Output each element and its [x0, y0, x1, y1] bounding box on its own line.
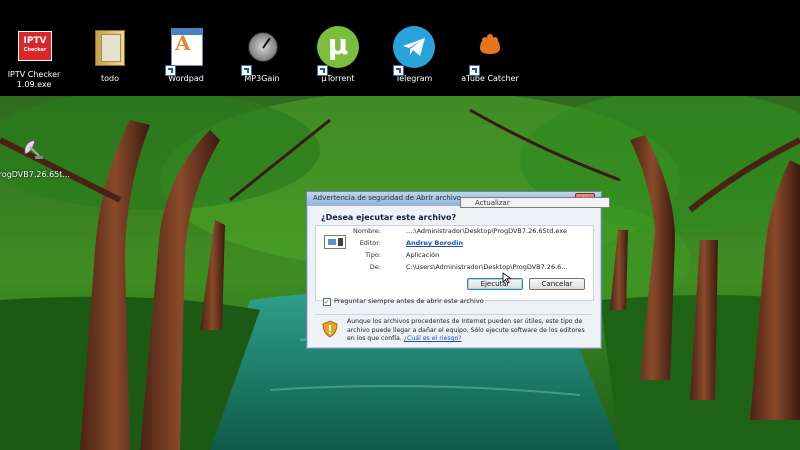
shortcut-arrow-icon [393, 65, 404, 76]
iptv-checker-icon: IPTV Checker [9, 26, 59, 74]
ask-always-checkbox[interactable]: ✓ [323, 298, 331, 306]
desktop-icon-mp3gain[interactable]: MP3Gain [224, 26, 300, 84]
field-label-type: Tipo: [365, 251, 381, 259]
desktop-icon-iptv-checker[interactable]: IPTV Checker IPTV Checker 1.09.exe [0, 26, 72, 90]
shortcut-arrow-icon [165, 65, 176, 76]
desktop-icon-todo[interactable]: todo [72, 26, 148, 84]
update-tooltip: Actualizar [460, 197, 610, 208]
wordpad-icon: A [161, 26, 211, 76]
dialog-title: Advertencia de seguridad de Abrir archiv… [313, 194, 462, 202]
field-label-publisher: Editor: [359, 239, 381, 247]
publisher-link[interactable]: Andrey Borodin [406, 239, 463, 247]
shortcut-arrow-icon [469, 65, 480, 76]
utorrent-icon: µ [313, 26, 363, 76]
desktop-icon-label: ProgDVB7.26.65t... [0, 170, 71, 179]
ask-always-checkbox-label[interactable]: Preguntar siempre antes de abrir este ar… [334, 297, 484, 305]
satellite-dish-icon [7, 134, 57, 170]
shortcut-arrow-icon [317, 65, 328, 76]
security-shield-icon [322, 320, 338, 338]
desktop: IPTV Checker IPTV Checker 1.09.exe todo … [0, 0, 800, 450]
desktop-icon-telegram[interactable]: Telegram [376, 26, 452, 84]
desktop-icon-label: Telegram [395, 74, 433, 83]
dialog-question: ¿Desea ejecutar este archivo? [321, 213, 457, 222]
cancel-button[interactable]: Cancelar [529, 278, 585, 290]
folder-icon [85, 26, 135, 74]
field-value-name: ...:\Administrador\Desktop\ProgDVB7.26.6… [406, 227, 567, 235]
security-warning-dialog: Advertencia de seguridad de Abrir archiv… [306, 191, 602, 349]
desktop-icon-progdvb[interactable]: ProgDVB7.26.65t... [0, 134, 70, 180]
shortcut-arrow-icon [241, 65, 252, 76]
desktop-icon-label: µTorrent [321, 74, 355, 83]
atube-catcher-icon [465, 26, 515, 76]
warning-body: Aunque los archivos procedentes de Inter… [347, 318, 585, 342]
desktop-icon-label: aTube Catcher [461, 74, 519, 83]
desktop-icon-label: Wordpad [168, 74, 204, 83]
desktop-icon-label: todo [100, 74, 119, 83]
desktop-icon-utorrent[interactable]: µ µTorrent [300, 26, 376, 84]
field-value-from: C:\Users\Administrador\Desktop\ProgDVB7.… [406, 263, 568, 271]
desktop-icon-atube-catcher[interactable]: aTube Catcher [452, 26, 528, 84]
field-label-from: De: [369, 263, 381, 271]
risk-info-link[interactable]: ¿Cuál es el riesgo? [404, 335, 462, 342]
desktop-icon-label: MP3Gain [244, 74, 280, 83]
iptv-badge-text: IPTV [23, 36, 47, 46]
field-label-name: Nombre: [352, 227, 381, 235]
run-button[interactable]: Ejecutar [467, 278, 523, 290]
mouse-cursor-icon [502, 272, 512, 284]
iptv-badge-subtext: Checker [23, 47, 47, 53]
field-value-type: Aplicación [406, 251, 440, 259]
desktop-icon-wordpad[interactable]: A Wordpad [148, 26, 224, 84]
telegram-icon [389, 26, 439, 76]
security-warning-text: Aunque los archivos procedentes de Inter… [347, 318, 592, 344]
dialog-separator [315, 314, 592, 315]
mp3gain-icon [237, 26, 287, 76]
